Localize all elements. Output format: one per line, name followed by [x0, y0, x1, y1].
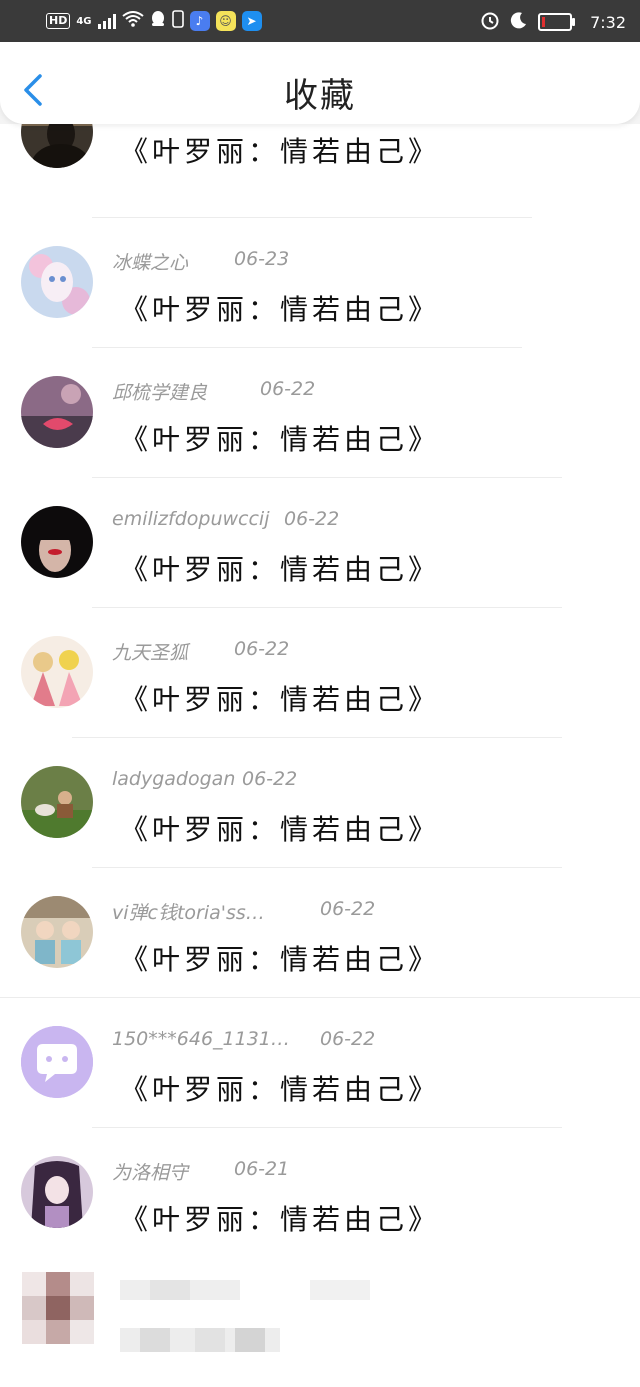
- phone-icon: [171, 10, 184, 32]
- post-date: 06-21: [234, 1158, 290, 1180]
- author-name: 为洛相守: [112, 1162, 189, 1184]
- author-name: 150***646_1131…: [112, 1028, 290, 1050]
- avatar: [21, 1026, 93, 1098]
- page-title: 收藏: [284, 76, 356, 116]
- list-item[interactable]: mazrcjcgacobvs 06-23 《叶罗丽：情若由己》: [0, 124, 640, 224]
- clock-time: 7:32: [590, 12, 626, 32]
- author-name: 冰蝶之心: [112, 252, 189, 274]
- divider: [92, 1127, 562, 1128]
- author-name: emilizfdopuwccij: [112, 508, 270, 530]
- avatar: [21, 896, 93, 968]
- item-meta: 九天圣狐 06-22: [112, 638, 289, 665]
- post-date: 06-23: [234, 248, 290, 270]
- item-meta: 冰蝶之心 06-23: [112, 248, 289, 275]
- avatar: [21, 766, 93, 838]
- list-item[interactable]: ladygadogan 06-22 《叶罗丽：情若由己》: [0, 744, 640, 874]
- signal-icon: [97, 13, 116, 29]
- item-title[interactable]: 《叶罗丽：情若由己》: [120, 678, 440, 718]
- status-icons-left: HD 4G ♪ ☺ ➤: [46, 10, 262, 32]
- status-icons-right: 7:32: [480, 10, 626, 34]
- item-title[interactable]: 《叶罗丽：情若由己》: [120, 418, 440, 458]
- qq-icon: [150, 10, 166, 32]
- wifi-icon: [121, 11, 144, 31]
- list-item[interactable]: 为洛相守 06-21 《叶罗丽：情若由己》: [0, 1134, 640, 1264]
- battery-icon: [538, 13, 576, 31]
- alarm-icon: [480, 10, 500, 34]
- divider: [92, 347, 522, 348]
- header-bar: 收藏: [0, 42, 640, 124]
- list-item[interactable]: 邱梳学建良 06-22 《叶罗丽：情若由己》: [0, 354, 640, 484]
- list-item[interactable]: emilizfdopuwccij 06-22 《叶罗丽：情若由己》: [0, 484, 640, 614]
- list-item[interactable]: 九天圣狐 06-22 《叶罗丽：情若由己》: [0, 614, 640, 744]
- divider: [0, 997, 640, 998]
- author-name: ladygadogan: [112, 768, 236, 790]
- post-date: 06-22: [260, 378, 316, 400]
- item-meta: 150***646_1131… 06-22: [112, 1028, 375, 1050]
- item-meta: ladygadogan 06-22: [112, 768, 297, 790]
- list-item[interactable]: 150***646_1131… 06-22 《叶罗丽：情若由己》: [0, 1004, 640, 1134]
- list-item[interactable]: 冰蝶之心 06-23 《叶罗丽：情若由己》: [0, 224, 640, 354]
- avatar: [21, 124, 93, 168]
- divider: [92, 217, 532, 218]
- item-meta: 邱梳学建良 06-22: [112, 378, 315, 405]
- divider: [92, 477, 562, 478]
- divider: [92, 867, 562, 868]
- list-item[interactable]: vi弹c钱toria'ss… 06-22 《叶罗丽：情若由己》: [0, 874, 640, 1004]
- divider: [72, 737, 562, 738]
- item-meta: 为洛相守 06-21: [112, 1158, 289, 1185]
- post-date: 06-22: [320, 898, 376, 920]
- avatar: [21, 636, 93, 708]
- author-name: 邱梳学建良: [112, 382, 208, 404]
- network-type: 4G: [76, 15, 92, 27]
- item-meta: emilizfdopuwccij 06-22: [112, 508, 339, 530]
- item-title[interactable]: 《叶罗丽：情若由己》: [120, 1068, 440, 1108]
- item-title[interactable]: 《叶罗丽：情若由己》: [120, 938, 440, 978]
- favorites-list[interactable]: mazrcjcgacobvs 06-23 《叶罗丽：情若由己》 冰蝶之心 06-…: [0, 124, 640, 1387]
- divider: [92, 607, 562, 608]
- hd-icon: HD: [46, 13, 71, 29]
- avatar: [21, 1156, 93, 1228]
- item-title[interactable]: 《叶罗丽：情若由己》: [120, 548, 440, 588]
- avatar: [21, 506, 93, 578]
- item-meta: vi弹c钱toria'ss… 06-22: [112, 898, 375, 925]
- author-name: 九天圣狐: [112, 642, 189, 664]
- item-title[interactable]: 《叶罗丽：情若由己》: [120, 1198, 440, 1238]
- post-date: 06-22: [320, 1028, 376, 1050]
- post-date: 06-22: [242, 768, 298, 790]
- post-date: 06-22: [284, 508, 340, 530]
- status-bar: HD 4G ♪ ☺ ➤ 7:32: [0, 0, 640, 42]
- chat-app-icon: ☺: [215, 11, 236, 31]
- avatar: [21, 376, 93, 448]
- music-app-icon: ♪: [189, 11, 210, 31]
- item-title[interactable]: 《叶罗丽：情若由己》: [120, 130, 440, 170]
- avatar: [21, 246, 93, 318]
- post-date: 06-22: [234, 638, 290, 660]
- item-title[interactable]: 《叶罗丽：情若由己》: [120, 808, 440, 848]
- author-name: vi弹c钱toria'ss…: [112, 902, 265, 924]
- item-title[interactable]: 《叶罗丽：情若由己》: [120, 288, 440, 328]
- pixelated-list-item: [0, 1254, 640, 1387]
- moon-icon: [510, 11, 528, 33]
- map-app-icon: ➤: [241, 11, 262, 31]
